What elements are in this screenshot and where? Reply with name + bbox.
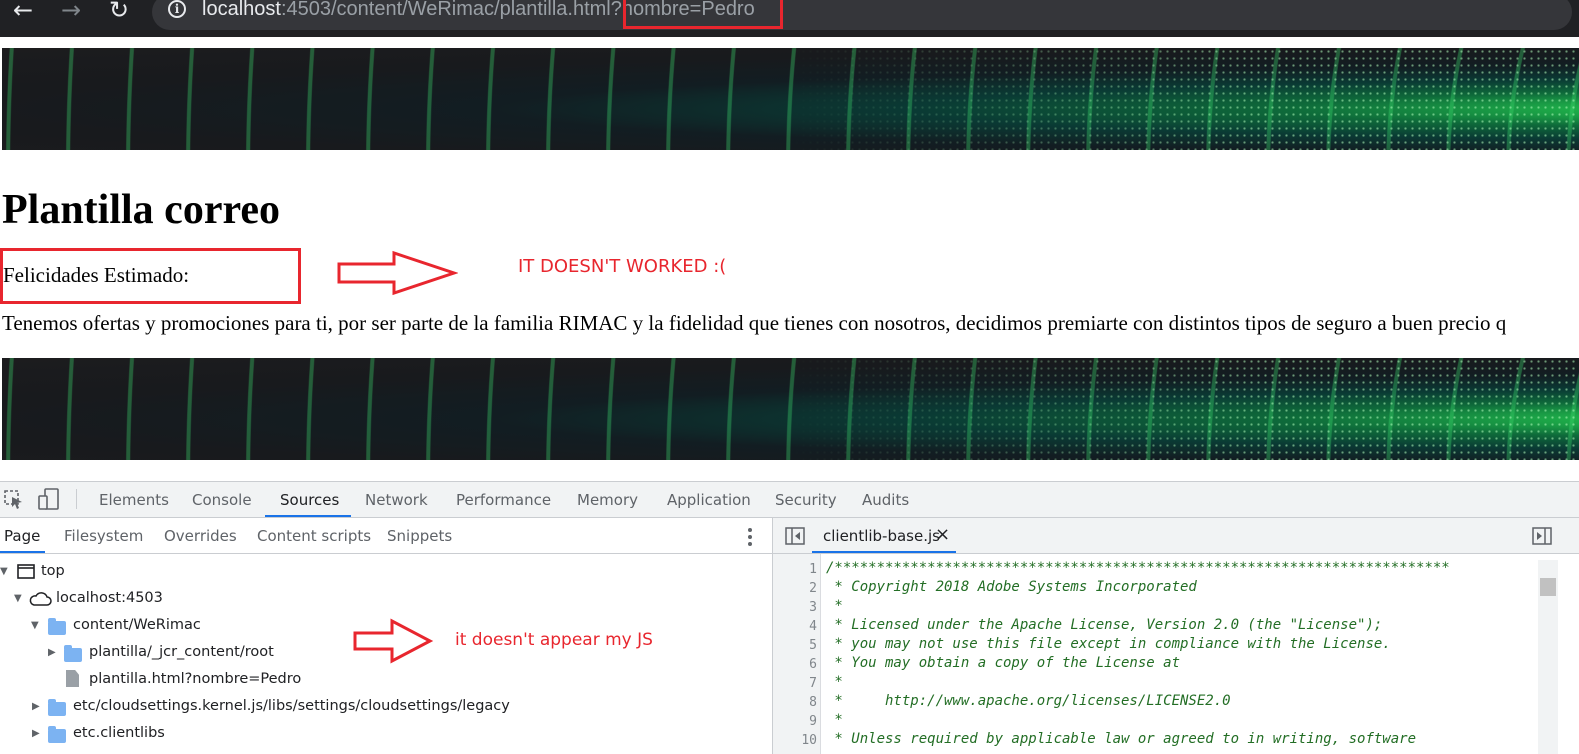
tab-console[interactable]: Console [192,491,252,509]
frame-icon [17,564,35,579]
code-line: * [826,674,843,690]
tree-item-host[interactable]: localhost:4503 [56,590,163,606]
tab-security[interactable]: Security [775,491,837,509]
collapse-triangle-icon[interactable]: ▼ [31,620,39,631]
folder-icon [48,618,66,635]
code-line: * You may obtain a copy of the License a… [826,655,1181,671]
code-line: /***************************************… [826,560,1450,576]
folder-icon [64,645,82,662]
code-line: * [826,712,843,728]
cloud-icon [29,592,52,606]
active-editor-tab-indicator [812,551,956,553]
editor-scrollbar-thumb[interactable] [1540,578,1556,596]
header-banner-image [2,48,1579,150]
greeting-text: Felicidades Estimado: [3,263,190,287]
line-number[interactable]: 7 [777,676,817,691]
tree-item-top[interactable]: top [41,563,65,579]
annotation-bottom-note: it doesn't appear my JS [455,630,653,650]
inspect-element-icon[interactable] [4,490,24,510]
tab-memory[interactable]: Memory [577,491,638,509]
tab-elements[interactable]: Elements [99,491,169,509]
subtab-page[interactable]: Page [4,527,40,545]
toggle-navigator-icon[interactable] [785,527,805,545]
line-number[interactable]: 6 [777,657,817,672]
line-number[interactable]: 4 [777,619,817,634]
subtab-snippets[interactable]: Snippets [387,527,452,545]
body-paragraph: Tenemos ofertas y promociones para ti, p… [2,311,1507,335]
code-area[interactable]: /***************************************… [826,560,1536,754]
line-number[interactable]: 9 [777,714,817,729]
code-line: * you may not use this file except in co… [826,636,1391,652]
close-tab-icon[interactable]: × [935,524,950,545]
more-options-icon[interactable] [745,527,755,547]
line-number[interactable]: 10 [777,733,817,748]
url-query-highlight [623,0,783,29]
tab-audits[interactable]: Audits [862,491,909,509]
arrow-right-icon [337,250,458,296]
folder-icon [48,726,66,743]
reload-button[interactable]: ↻ [104,0,134,22]
active-tab-indicator [265,515,351,517]
file-icon [66,670,79,687]
footer-banner-image [2,358,1579,460]
subtab-filesystem[interactable]: Filesystem [64,527,143,545]
tree-item-etc-cloudsettings[interactable]: etc/cloudsettings.kernel.js/libs/setting… [73,698,510,714]
line-number[interactable]: 8 [777,695,817,710]
line-number[interactable]: 1 [777,562,817,577]
url-host: localhost [202,0,281,20]
annotation-top-note: IT DOESN'T WORKED :( [518,256,727,277]
page-title: Plantilla correo [2,187,280,233]
code-line: * Licensed under the Apache License, Ver… [826,617,1383,633]
arrow-right-icon [353,618,434,664]
expand-triangle-icon[interactable]: ▶ [48,647,56,658]
code-line: * [826,598,843,614]
line-number[interactable]: 2 [777,581,817,596]
line-number[interactable]: 3 [777,600,817,615]
folder-icon [48,699,66,716]
tree-item-etc-clientlibs[interactable]: etc.clientlibs [73,725,165,741]
tab-performance[interactable]: Performance [456,491,551,509]
subtab-content-scripts[interactable]: Content scripts [257,527,371,545]
back-button[interactable]: ← [8,0,38,22]
active-subtab-indicator [0,551,45,553]
line-number[interactable]: 5 [777,638,817,653]
forward-button[interactable]: → [56,0,86,22]
editor-tab-clientlib-base[interactable]: clientlib-base.js [823,527,940,545]
expand-triangle-icon[interactable]: ▶ [32,728,40,739]
url-path: :4503/content/WeRimac/plantilla.html [280,0,611,20]
subtab-overrides[interactable]: Overrides [164,527,237,545]
code-line: * Copyright 2018 Adobe Systems Incorpora… [826,579,1197,595]
banner-texture [2,358,1579,460]
collapse-triangle-icon[interactable]: ▼ [0,566,8,577]
tree-item-plantilla-html[interactable]: plantilla.html?nombre=Pedro [89,671,301,687]
code-line: * Unless required by applicable law or a… [826,731,1417,747]
expand-triangle-icon[interactable]: ▶ [32,701,40,712]
tab-network[interactable]: Network [365,491,428,509]
tree-item-jcr-content[interactable]: plantilla/_jcr_content/root [89,644,274,660]
device-toolbar-icon[interactable] [38,488,60,510]
tab-application[interactable]: Application [667,491,751,509]
banner-texture [2,48,1579,150]
code-line: * http://www.apache.org/licenses/LICENSE… [826,693,1231,709]
toolbar-divider [76,489,77,509]
tree-item-content-werimac[interactable]: content/WeRimac [73,617,201,633]
toggle-debugger-icon[interactable] [1532,527,1552,545]
info-icon[interactable]: i [168,0,186,18]
collapse-triangle-icon[interactable]: ▼ [14,593,22,604]
tab-sources[interactable]: Sources [280,491,339,509]
